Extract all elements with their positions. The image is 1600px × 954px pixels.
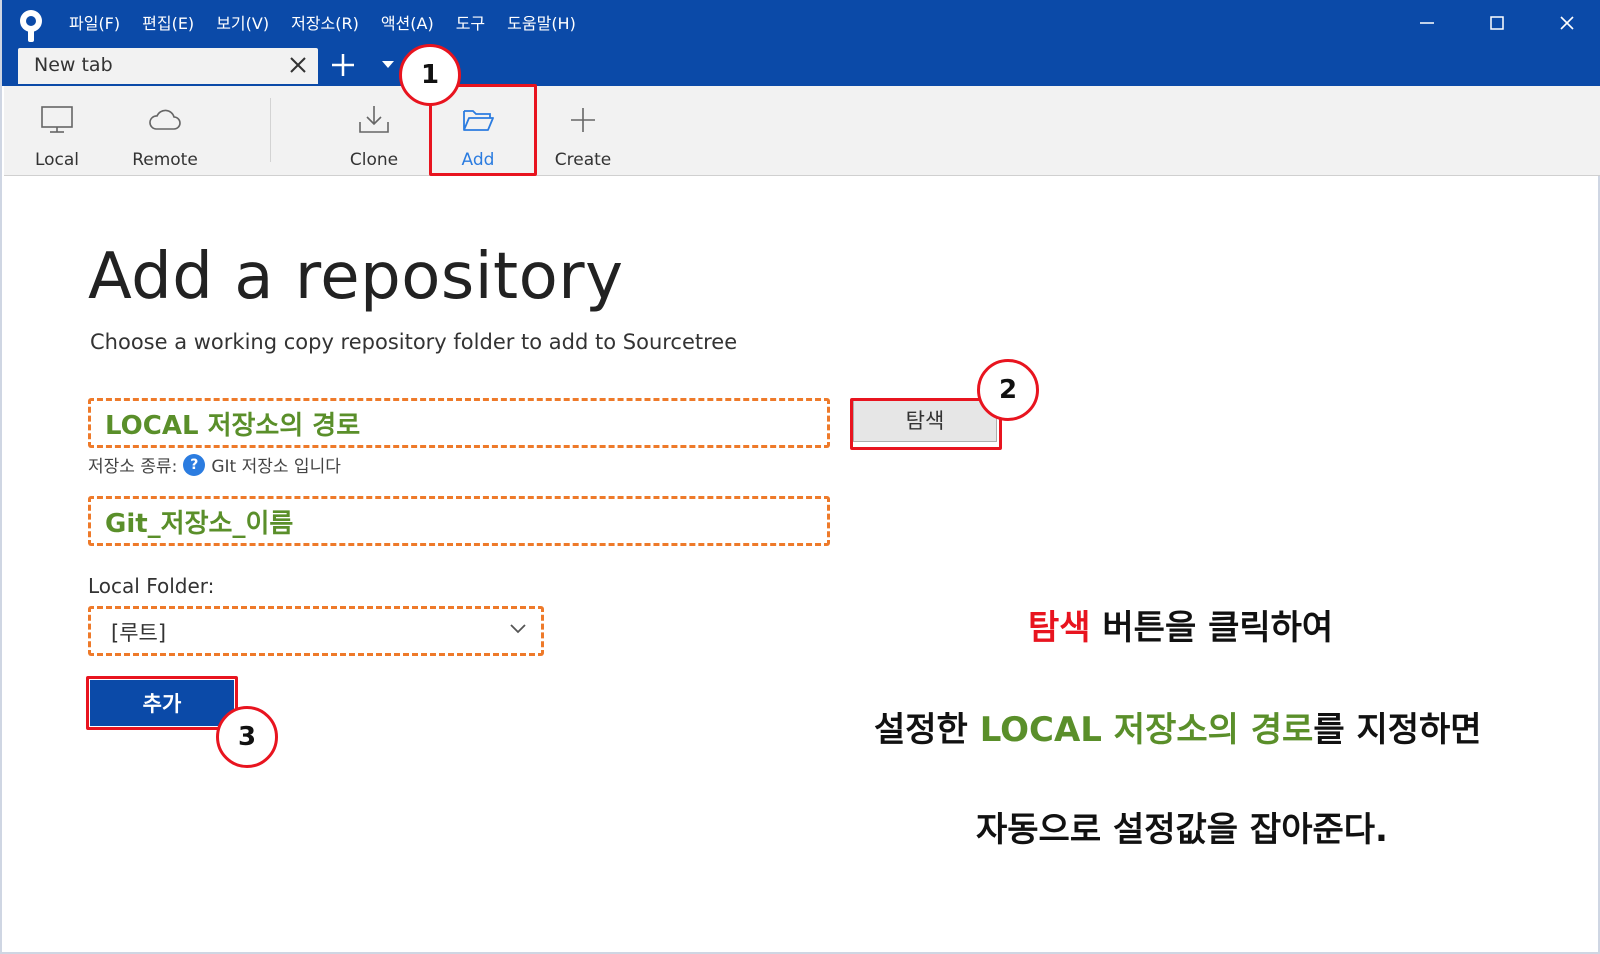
annotation-line-3-text: 자동으로 설정값을 잡아준다.: [976, 810, 1388, 850]
toolbar: Local Remote Clone Add Create: [4, 86, 1600, 176]
repo-type-value: GIt 저장소 입니다: [211, 457, 341, 477]
plus-icon: [571, 108, 595, 132]
local-folder-label: Local Folder:: [88, 574, 215, 598]
repo-type-info: 저장소 종류: ? GIt 저장소 입니다: [88, 452, 341, 477]
minimize-icon: [1420, 22, 1434, 24]
tab-close-icon[interactable]: [288, 54, 308, 76]
menu-help[interactable]: 도움말(H): [496, 12, 587, 36]
maximize-icon: [1490, 16, 1504, 30]
menu-actions[interactable]: 액션(A): [370, 12, 445, 36]
local-folder-select[interactable]: [루트]: [88, 606, 544, 656]
annotation-line-1-rest: 버튼을 클릭하여: [1090, 608, 1334, 648]
tab-label: New tab: [34, 54, 113, 76]
download-icon: [359, 106, 389, 133]
help-icon[interactable]: ?: [183, 453, 206, 476]
highlight-add-submit: [86, 676, 238, 730]
annotation-line-1: 탐색 버튼을 클릭하여: [1028, 600, 1333, 649]
tab-dropdown-icon[interactable]: [380, 58, 396, 72]
window-controls: [1392, 0, 1600, 46]
remote-button[interactable]: Remote: [126, 86, 204, 176]
clone-button[interactable]: Clone: [344, 86, 404, 176]
menu-file[interactable]: 파일(F): [58, 12, 131, 36]
remote-label: Remote: [132, 150, 198, 170]
minimize-button[interactable]: [1392, 0, 1462, 46]
sourcetree-window: 파일(F) 편집(E) 보기(V) 저장소(R) 액션(A) 도구 도움말(H)…: [0, 0, 1600, 954]
create-label: Create: [554, 150, 612, 170]
monitor-icon: [41, 106, 73, 133]
step-3-badge: 3: [216, 706, 278, 768]
cloud-icon: [149, 109, 181, 130]
repo-name-input[interactable]: Git_저장소_이름: [88, 496, 830, 546]
new-tab-plus-icon[interactable]: [328, 50, 358, 80]
toolbar-separator: [270, 98, 271, 162]
source-path-input[interactable]: LOCAL 저장소의 경로: [88, 398, 830, 448]
annotation-browse-word: 탐색: [1028, 608, 1091, 648]
page-title: Add a repository: [88, 240, 624, 314]
local-label: Local: [34, 150, 80, 170]
highlight-browse-button: [850, 398, 1002, 450]
sourcetree-logo-icon: [20, 10, 42, 42]
annotation-line-2: 설정한 LOCAL 저장소의 경로를 지정하면: [874, 702, 1482, 751]
close-icon: [1560, 16, 1574, 30]
step-1-badge: 1: [399, 44, 461, 106]
menu-view[interactable]: 보기(V): [205, 12, 280, 36]
local-button[interactable]: Local: [26, 86, 88, 176]
menu-repository[interactable]: 저장소(R): [280, 12, 370, 36]
annotation-line-2-a: 설정한: [874, 710, 980, 750]
source-path-value: LOCAL 저장소의 경로: [105, 411, 361, 441]
annotation-local-path: LOCAL 저장소의 경로: [979, 710, 1314, 750]
title-bar: 파일(F) 편집(E) 보기(V) 저장소(R) 액션(A) 도구 도움말(H)…: [2, 0, 1600, 86]
local-folder-value: [루트]: [111, 621, 167, 645]
annotation-line-3: 자동으로 설정값을 잡아준다.: [976, 802, 1388, 851]
menu-tools[interactable]: 도구: [445, 12, 496, 36]
tab-new[interactable]: New tab: [18, 48, 318, 84]
close-window-button[interactable]: [1532, 0, 1600, 46]
repo-name-value: Git_저장소_이름: [105, 509, 294, 539]
repo-type-prefix: 저장소 종류:: [88, 457, 178, 477]
annotation-line-2-b: 를 지정하면: [1313, 710, 1482, 750]
clone-label: Clone: [349, 150, 399, 170]
create-button[interactable]: Create: [550, 86, 616, 176]
menu-bar: 파일(F) 편집(E) 보기(V) 저장소(R) 액션(A) 도구 도움말(H): [58, 12, 587, 36]
maximize-button[interactable]: [1462, 0, 1532, 46]
step-2-badge: 2: [977, 359, 1039, 421]
menu-edit[interactable]: 편집(E): [131, 12, 205, 36]
chevron-down-icon: [510, 624, 526, 634]
page-subtitle: Choose a working copy repository folder …: [90, 330, 738, 354]
